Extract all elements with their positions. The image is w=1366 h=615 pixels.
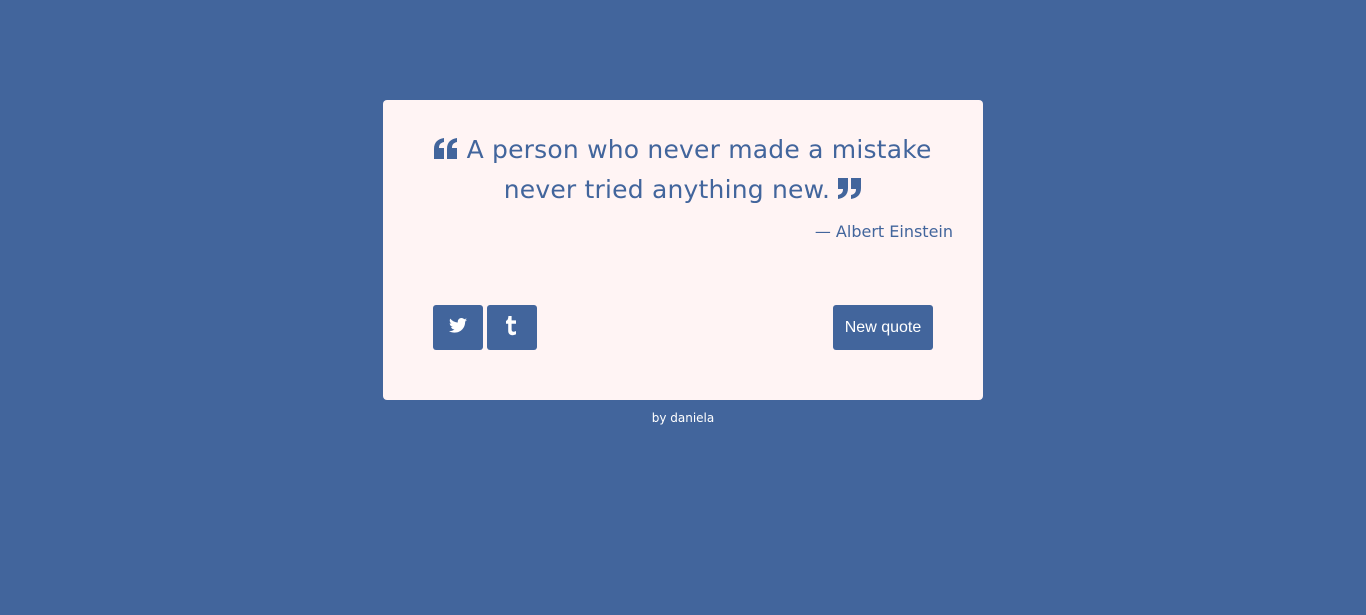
tumblr-share-button[interactable] (487, 305, 537, 350)
footer-credit: by daniela (651, 411, 715, 425)
quote-left-icon (434, 138, 458, 160)
tumblr-icon (506, 315, 518, 340)
quote-author: — Albert Einstein (814, 222, 953, 241)
quote-box: A person who never made a mistake never … (383, 100, 983, 400)
twitter-icon (449, 318, 467, 337)
tweet-quote-button[interactable] (433, 305, 483, 350)
new-quote-button[interactable]: New quote (833, 305, 933, 350)
page: A person who never made a mistake never … (0, 0, 1366, 615)
quote-right-icon (838, 178, 862, 200)
quote-text-block: A person who never made a mistake never … (413, 130, 953, 210)
